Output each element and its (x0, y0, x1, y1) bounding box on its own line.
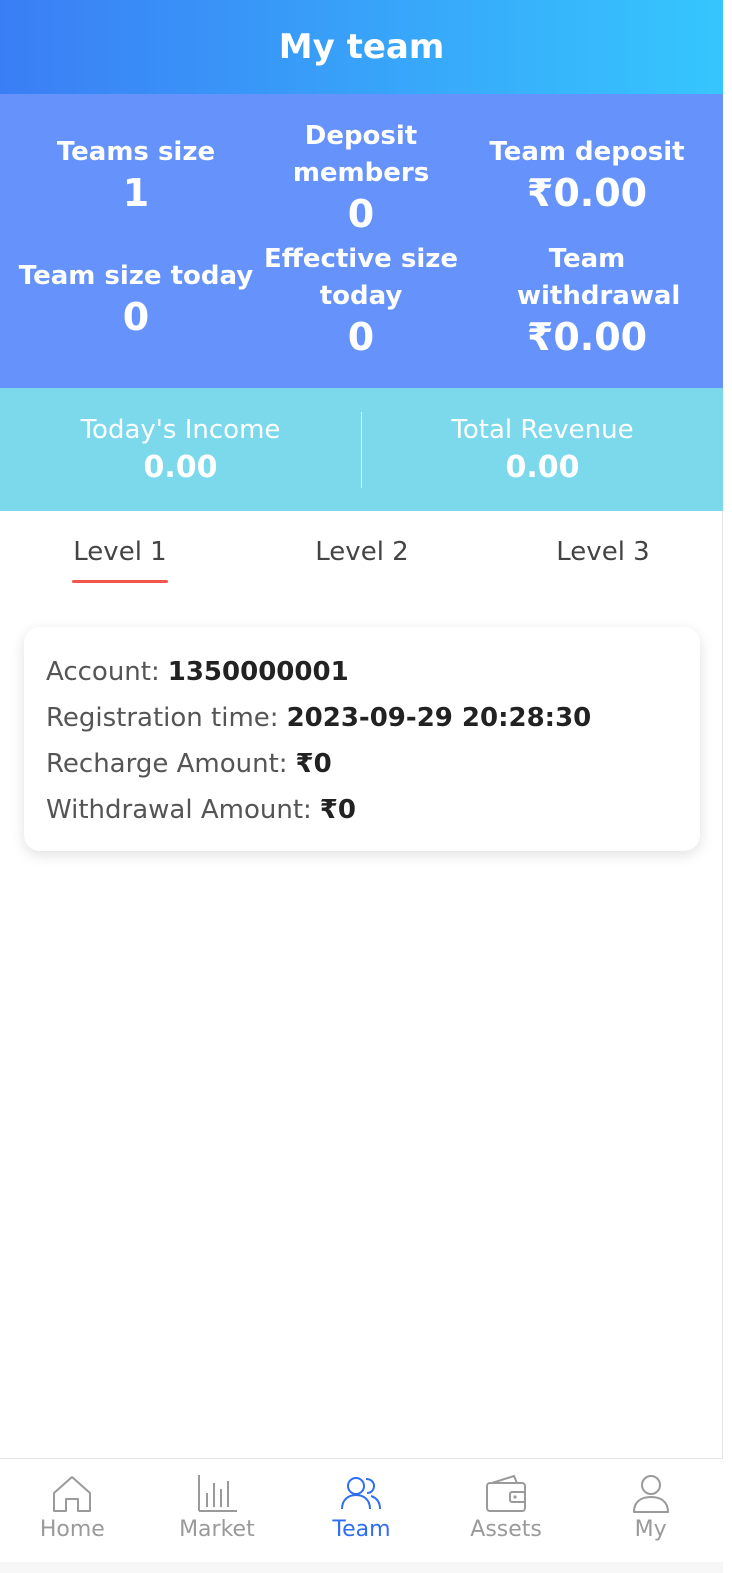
stat-team-deposit: Team deposit ₹0.00 (467, 134, 707, 215)
bar-chart-icon (197, 1475, 237, 1512)
stat-label: Teams size (56, 137, 216, 167)
withdrawal-label: Withdrawal Amount: (46, 795, 312, 825)
page-header: My team (0, 0, 723, 94)
tab-level-3[interactable]: Level 3 (523, 537, 683, 567)
wallet-icon (486, 1474, 527, 1512)
tab-level-2[interactable]: Level 2 (282, 537, 442, 567)
page-title: My team (278, 27, 445, 67)
tabbar-label: Team (332, 1517, 391, 1542)
income-panel: Today's Income 0.00 Total Revenue 0.00 (0, 388, 723, 511)
home-icon (53, 1476, 92, 1512)
stat-label: Team deposit (489, 137, 685, 167)
total-revenue: Total Revenue 0.00 (362, 412, 723, 488)
stat-value: 1 (122, 171, 150, 215)
active-tab-indicator (72, 580, 168, 583)
stat-value: ₹0.00 (526, 315, 648, 359)
level-tabs: Level 1 Level 2 Level 3 (0, 511, 723, 601)
tabbar-team[interactable]: Team (289, 1459, 434, 1562)
recharge-row: Recharge Amount: ₹0 (46, 741, 678, 787)
tabbar-market[interactable]: Market (145, 1459, 290, 1562)
member-card: Account: 1350000001 Registration time: 202… (24, 627, 700, 851)
todays-income: Today's Income 0.00 (0, 412, 361, 488)
tab-level-1[interactable]: Level 1 (40, 537, 200, 567)
tabbar-label: Market (179, 1517, 255, 1542)
tabbar-label: My (634, 1517, 667, 1542)
account-row: Account: 1350000001 (46, 649, 678, 695)
tabbar-label: Assets (470, 1517, 542, 1542)
app-screen: My team Teams size 1 Deposit members 0 T… (0, 0, 723, 1573)
stat-team-size-today: Team size today 0 (16, 258, 256, 339)
account-label: Account: (46, 657, 160, 687)
registration-label: Registration time: (46, 703, 279, 733)
tabbar-home[interactable]: Home (0, 1459, 145, 1562)
stat-label: Deposit members (292, 121, 430, 188)
bottom-safe-area (0, 1562, 723, 1573)
withdrawal-value: ₹0 (319, 795, 356, 825)
stat-label: Effective size today (264, 244, 458, 311)
tabbar-assets[interactable]: Assets (434, 1459, 579, 1562)
stat-label: Team withdrawal (517, 244, 681, 311)
stat-value: 0 (347, 315, 375, 359)
income-value: 0.00 (143, 449, 218, 485)
stat-teams-size: Teams size 1 (16, 134, 256, 215)
stat-value: ₹0.00 (526, 171, 648, 215)
tabbar-my[interactable]: My (578, 1459, 723, 1562)
stat-effective-size-today: Effective size today 0 (241, 241, 481, 359)
stat-value: 0 (347, 192, 375, 236)
tabbar-label: Home (39, 1517, 105, 1542)
team-icon (341, 1477, 382, 1510)
account-value: 1350000001 (167, 657, 349, 687)
recharge-value: ₹0 (295, 749, 332, 779)
user-icon (632, 1475, 669, 1513)
bottom-tab-bar: Home Market Team Assets My (0, 1458, 723, 1562)
team-stats-panel: Teams size 1 Deposit members 0 Team depo… (0, 94, 723, 388)
stat-value: 0 (122, 295, 150, 339)
revenue-label: Total Revenue (451, 414, 634, 445)
recharge-label: Recharge Amount: (46, 749, 288, 779)
stat-deposit-members: Deposit members 0 (241, 118, 481, 236)
stat-team-withdrawal: Team withdrawal ₹0.00 (467, 241, 707, 359)
income-label: Today's Income (80, 414, 281, 445)
withdrawal-row: Withdrawal Amount: ₹0 (46, 787, 678, 833)
registration-value: 2023-09-29 20:28:30 (286, 703, 592, 733)
registration-row: Registration time: 2023-09-29 20:28:30 (46, 695, 678, 741)
stat-label: Team size today (18, 261, 254, 291)
revenue-value: 0.00 (505, 449, 580, 485)
